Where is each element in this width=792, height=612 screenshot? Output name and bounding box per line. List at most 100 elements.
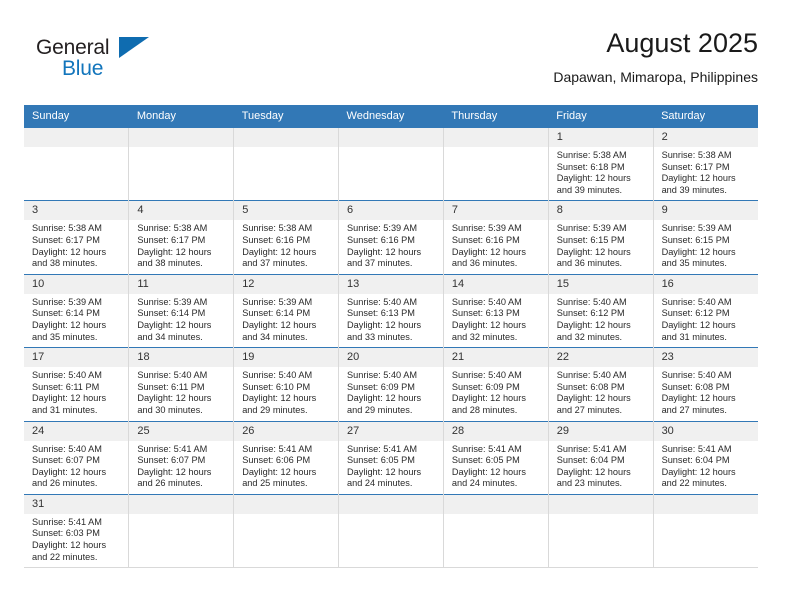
daylight-text-line2: and 27 minutes. xyxy=(661,404,727,415)
daylight-text-line2: and 34 minutes. xyxy=(137,331,203,342)
sunrise-text: Sunrise: 5:40 AM xyxy=(556,370,627,381)
sunset-text: Sunset: 6:08 PM xyxy=(661,381,730,392)
sunset-text: Sunset: 6:11 PM xyxy=(32,381,100,392)
day-cell[interactable]: 29 Sunrise: 5:41 AM Sunset: 6:04 PM Dayligh… xyxy=(547,420,654,495)
day-cell[interactable]: 28 Sunrise: 5:41 AM Sunset: 6:05 PM Dayligh… xyxy=(442,420,549,495)
day-cell-inner: 31 Sunrise: 5:41 AM Sunset: 6:03 PM Dayligh… xyxy=(24,494,129,567)
day-number: 21 xyxy=(443,348,548,368)
sunrise-text: Sunrise: 5:40 AM xyxy=(556,296,627,307)
sunset-text: Sunset: 6:14 PM xyxy=(137,308,206,319)
day-number: 23 xyxy=(653,348,758,368)
day-number: 16 xyxy=(653,274,758,294)
day-cell[interactable]: 30 Sunrise: 5:41 AM Sunset: 6:04 PM Dayligh… xyxy=(652,420,758,495)
day-cell[interactable]: 31 Sunrise: 5:41 AM Sunset: 6:03 PM Dayligh… xyxy=(24,493,129,569)
day-cell[interactable]: 18 Sunrise: 5:40 AM Sunset: 6:11 PM Dayligh… xyxy=(128,347,234,421)
day-details: Sunrise: 5:40 AM Sunset: 6:11 PM Daylight:… xyxy=(129,367,233,420)
day-cell[interactable]: 20 Sunrise: 5:40 AM Sunset: 6:09 PM Dayligh… xyxy=(338,347,444,421)
day-cell-inner: 18 Sunrise: 5:40 AM Sunset: 6:11 PM Dayligh… xyxy=(129,348,234,420)
day-cell[interactable]: 22 Sunrise: 5:40 AM Sunset: 6:08 PM Dayligh… xyxy=(547,347,654,421)
sunrise-text: Sunrise: 5:38 AM xyxy=(242,223,313,234)
day-cell[interactable]: 9 Sunrise: 5:39 AM Sunset: 6:15 PM Daylight… xyxy=(652,200,758,275)
sunset-text: Sunset: 6:14 PM xyxy=(242,308,311,319)
sunrise-text: Sunrise: 5:40 AM xyxy=(137,370,208,381)
sunrise-text: Sunrise: 5:41 AM xyxy=(556,443,627,454)
day-details: Sunrise: 5:41 AM Sunset: 6:05 PM Daylight:… xyxy=(444,441,548,494)
day-number: 12 xyxy=(234,274,339,294)
day-cell[interactable]: 10 Sunrise: 5:39 AM Sunset: 6:14 PM Dayligh… xyxy=(24,273,129,348)
day-cell-empty xyxy=(338,126,444,201)
daylight-text-line1: Daylight: 12 hours xyxy=(556,246,631,257)
day-details: Sunrise: 5:40 AM Sunset: 6:12 PM Daylight:… xyxy=(654,294,758,347)
sunset-text: Sunset: 6:07 PM xyxy=(32,455,100,466)
daylight-text-line2: and 26 minutes. xyxy=(32,478,98,489)
day-cell-empty xyxy=(547,493,654,569)
day-details: Sunrise: 5:40 AM Sunset: 6:11 PM Daylight:… xyxy=(24,367,128,420)
day-cell[interactable]: 7 Sunrise: 5:39 AM Sunset: 6:16 PM Daylight… xyxy=(442,200,549,275)
daylight-text-line2: and 39 minutes. xyxy=(661,184,727,195)
daylight-text-line2: and 24 minutes. xyxy=(451,478,518,489)
day-cell[interactable]: 21 Sunrise: 5:40 AM Sunset: 6:09 PM Dayligh… xyxy=(442,347,549,421)
day-details: Sunrise: 5:40 AM Sunset: 6:09 PM Daylight:… xyxy=(444,367,548,420)
day-cell-inner xyxy=(339,128,443,200)
day-cell-inner: 29 Sunrise: 5:41 AM Sunset: 6:04 PM Dayligh… xyxy=(548,421,653,494)
day-cell[interactable]: 5 Sunrise: 5:38 AM Sunset: 6:16 PM Daylight… xyxy=(233,200,339,275)
day-cell[interactable]: 17 Sunrise: 5:40 AM Sunset: 6:11 PM Dayligh… xyxy=(24,347,129,421)
day-details: Sunrise: 5:41 AM Sunset: 6:06 PM Daylight:… xyxy=(234,441,338,494)
sunset-text: Sunset: 6:04 PM xyxy=(661,455,730,466)
day-cell[interactable]: 16 Sunrise: 5:40 AM Sunset: 6:12 PM Dayligh… xyxy=(652,273,758,348)
day-number: 18 xyxy=(129,348,234,368)
day-details: Sunrise: 5:41 AM Sunset: 6:03 PM Daylight:… xyxy=(24,514,128,567)
general-blue-logo[interactable]: General Blue xyxy=(36,36,166,88)
daylight-text-line2: and 36 minutes. xyxy=(451,258,518,269)
day-cell[interactable]: 1 Sunrise: 5:38 AM Sunset: 6:18 PM Daylight… xyxy=(547,126,654,201)
weekday-header-row: Sunday Monday Tuesday Wednesday Thursday… xyxy=(24,105,758,128)
day-details: Sunrise: 5:38 AM Sunset: 6:17 PM Daylight:… xyxy=(129,220,233,273)
day-cell-inner: 1 Sunrise: 5:38 AM Sunset: 6:18 PM Daylight… xyxy=(548,128,653,200)
daylight-text-line2: and 39 minutes. xyxy=(556,184,623,195)
day-cell[interactable]: 11 Sunrise: 5:39 AM Sunset: 6:14 PM Dayligh… xyxy=(128,273,234,348)
day-cell[interactable]: 4 Sunrise: 5:38 AM Sunset: 6:17 PM Daylight… xyxy=(128,200,234,275)
sunset-text: Sunset: 6:14 PM xyxy=(32,308,100,319)
day-cell[interactable]: 12 Sunrise: 5:39 AM Sunset: 6:14 PM Dayligh… xyxy=(233,273,339,348)
day-number: 13 xyxy=(339,274,443,294)
day-cell[interactable]: 27 Sunrise: 5:41 AM Sunset: 6:05 PM Dayligh… xyxy=(338,420,444,495)
sunrise-text: Sunrise: 5:38 AM xyxy=(32,223,102,234)
day-cell[interactable]: 8 Sunrise: 5:39 AM Sunset: 6:15 PM Daylight… xyxy=(547,200,654,275)
day-number: 19 xyxy=(234,348,339,368)
day-details: Sunrise: 5:39 AM Sunset: 6:15 PM Daylight:… xyxy=(654,220,758,273)
day-details: Sunrise: 5:41 AM Sunset: 6:07 PM Daylight:… xyxy=(129,441,233,494)
sunset-text: Sunset: 6:15 PM xyxy=(556,234,625,245)
day-cell-inner: 14 Sunrise: 5:40 AM Sunset: 6:13 PM Dayligh… xyxy=(443,274,548,347)
sunset-text: Sunset: 6:05 PM xyxy=(451,455,520,466)
sunrise-text: Sunrise: 5:40 AM xyxy=(661,296,732,307)
day-cell[interactable]: 15 Sunrise: 5:40 AM Sunset: 6:12 PM Dayligh… xyxy=(547,273,654,348)
day-cell-inner: 11 Sunrise: 5:39 AM Sunset: 6:14 PM Dayligh… xyxy=(129,274,234,347)
day-number xyxy=(653,494,758,514)
day-cell[interactable]: 6 Sunrise: 5:39 AM Sunset: 6:16 PM Daylight… xyxy=(338,200,444,275)
day-number xyxy=(443,494,548,514)
day-cell[interactable]: 19 Sunrise: 5:40 AM Sunset: 6:10 PM Dayligh… xyxy=(233,347,339,421)
daylight-text-line1: Daylight: 12 hours xyxy=(137,246,212,257)
day-number: 25 xyxy=(129,421,234,441)
day-cell[interactable]: 14 Sunrise: 5:40 AM Sunset: 6:13 PM Dayligh… xyxy=(442,273,549,348)
day-cell-inner: 2 Sunrise: 5:38 AM Sunset: 6:17 PM Daylight… xyxy=(653,128,758,200)
day-cell[interactable]: 23 Sunrise: 5:40 AM Sunset: 6:08 PM Dayligh… xyxy=(652,347,758,421)
day-number: 1 xyxy=(548,128,653,147)
day-cell-inner xyxy=(443,128,548,200)
sunset-text: Sunset: 6:16 PM xyxy=(347,234,415,245)
day-cell[interactable]: 13 Sunrise: 5:40 AM Sunset: 6:13 PM Dayligh… xyxy=(338,273,444,348)
day-number: 28 xyxy=(443,421,548,441)
title-block: August 2025 Dapawan, Mimaropa, Philippin… xyxy=(553,26,758,88)
day-cell[interactable]: 26 Sunrise: 5:41 AM Sunset: 6:06 PM Dayligh… xyxy=(233,420,339,495)
day-cell[interactable]: 2 Sunrise: 5:38 AM Sunset: 6:17 PM Daylight… xyxy=(652,126,758,201)
day-cell[interactable]: 3 Sunrise: 5:38 AM Sunset: 6:17 PM Daylight… xyxy=(24,200,129,275)
sunset-text: Sunset: 6:05 PM xyxy=(347,455,415,466)
sunset-text: Sunset: 6:16 PM xyxy=(451,234,520,245)
day-number: 5 xyxy=(234,201,339,221)
sunrise-text: Sunrise: 5:40 AM xyxy=(242,370,313,381)
day-cell[interactable]: 25 Sunrise: 5:41 AM Sunset: 6:07 PM Dayligh… xyxy=(128,420,234,495)
day-cell-empty xyxy=(128,493,234,569)
day-number: 29 xyxy=(548,421,653,441)
day-number xyxy=(129,128,234,147)
day-cell[interactable]: 24 Sunrise: 5:40 AM Sunset: 6:07 PM Dayligh… xyxy=(24,420,129,495)
